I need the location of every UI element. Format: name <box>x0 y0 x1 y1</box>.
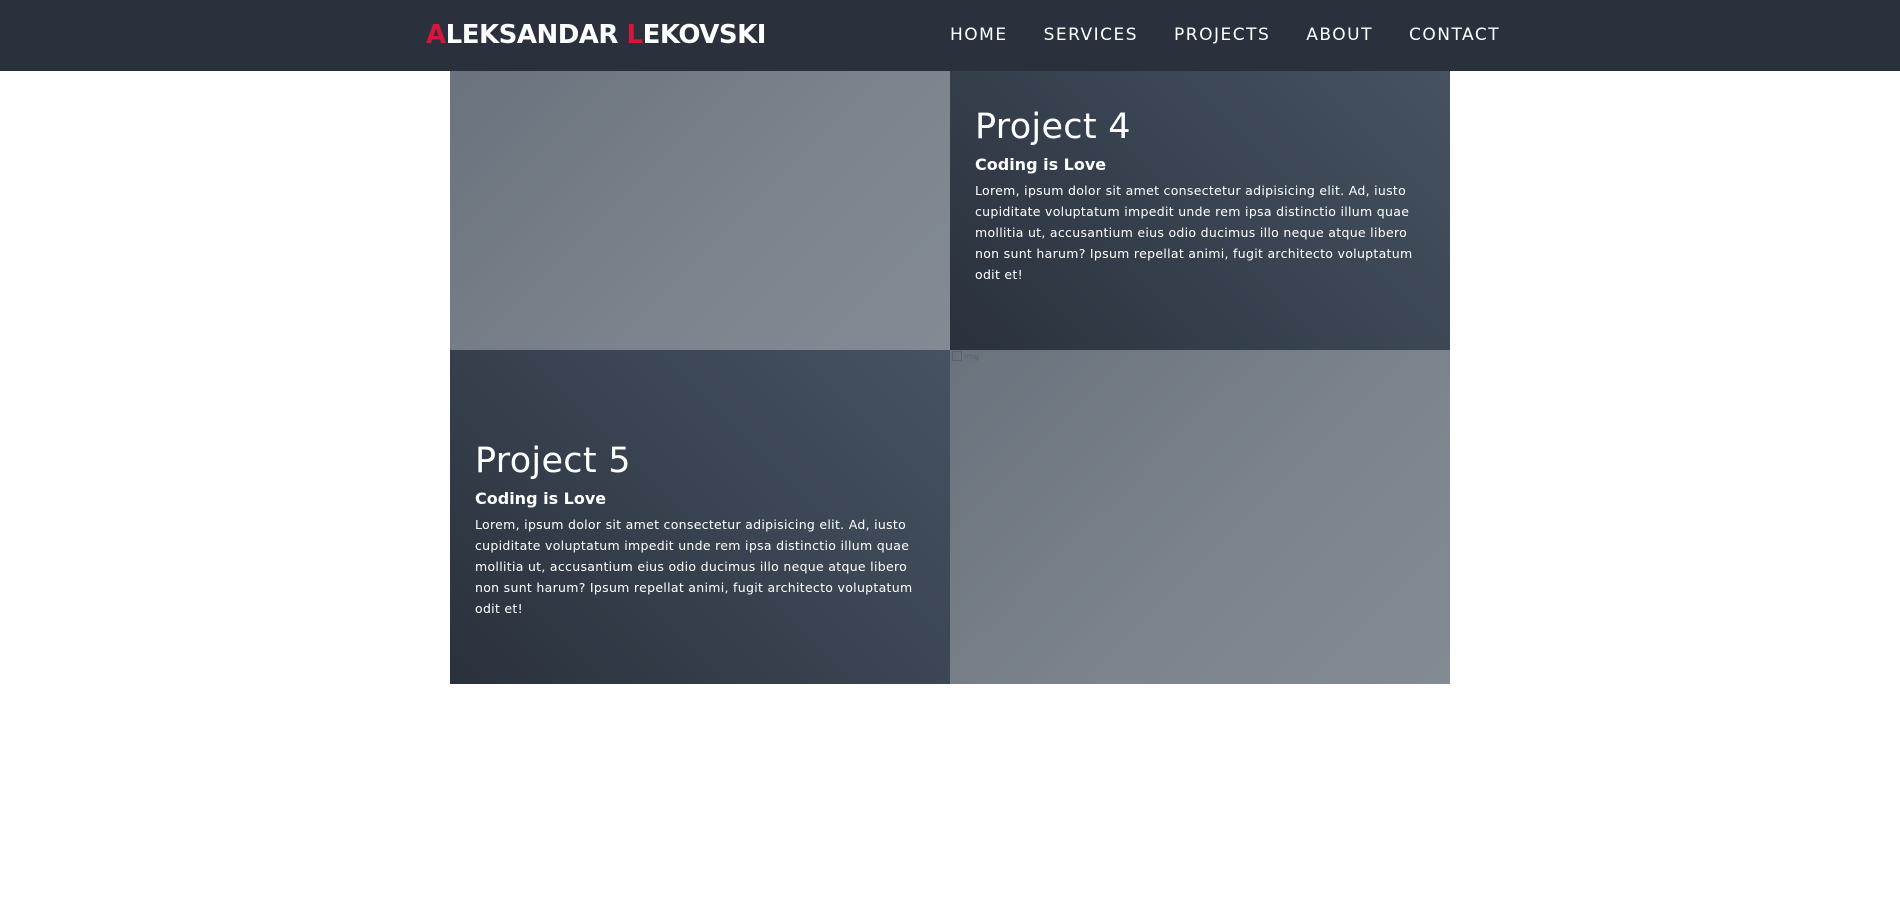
brand-last-initial: L <box>626 20 644 50</box>
nav-link-services[interactable]: SERVICES <box>1044 25 1138 45</box>
nav-link-contact[interactable]: CONTACT <box>1409 25 1500 45</box>
navbar: ALEKSANDAR LEKOVSKI HOME SERVICES PROJEC… <box>0 0 1900 71</box>
project-4-subtitle: Coding is Love <box>975 155 1107 174</box>
project-5-card: Project 5 Coding is Love Lorem, ipsum do… <box>450 350 950 684</box>
broken-image-placeholder: img <box>952 351 979 361</box>
brand-first-initial: A <box>426 20 446 50</box>
nav-item-about: ABOUT <box>1306 25 1409 45</box>
nav-link-home[interactable]: HOME <box>950 25 1008 45</box>
broken-image-alt: img <box>964 351 980 361</box>
project-4-card: Project 4 Coding is Love Lorem, ipsum do… <box>950 71 1450 350</box>
broken-image-icon <box>952 351 962 361</box>
brand-first-rest: LEKSANDAR <box>445 20 619 50</box>
project-4-content: Project 4 Coding is Love Lorem, ipsum do… <box>975 107 1430 285</box>
nav-item-contact: CONTACT <box>1409 25 1500 45</box>
nav-menu: HOME SERVICES PROJECTS ABOUT CONTACT <box>950 25 1500 45</box>
project-5-image: img <box>950 350 1450 684</box>
nav-link-about[interactable]: ABOUT <box>1306 25 1373 45</box>
nav-link-projects[interactable]: PROJECTS <box>1174 25 1270 45</box>
project-5-title: Project 5 <box>475 441 631 481</box>
nav-item-services: SERVICES <box>1044 25 1174 45</box>
project-4-title: Project 4 <box>975 107 1131 147</box>
brand-last-rest: EKOVSKI <box>642 20 767 50</box>
nav-item-home: HOME <box>950 25 1044 45</box>
brand-logo[interactable]: ALEKSANDAR LEKOVSKI <box>426 20 766 50</box>
project-4-description: Lorem, ipsum dolor sit amet consectetur … <box>975 183 1413 282</box>
nav-item-projects: PROJECTS <box>1174 25 1306 45</box>
project-5-content: Project 5 Coding is Love Lorem, ipsum do… <box>475 441 930 619</box>
project-5-description: Lorem, ipsum dolor sit amet consectetur … <box>475 517 913 616</box>
projects-grid: Project 4 Coding is Love Lorem, ipsum do… <box>450 71 1450 684</box>
project-4-image <box>450 71 950 350</box>
project-5-subtitle: Coding is Love <box>475 489 607 508</box>
